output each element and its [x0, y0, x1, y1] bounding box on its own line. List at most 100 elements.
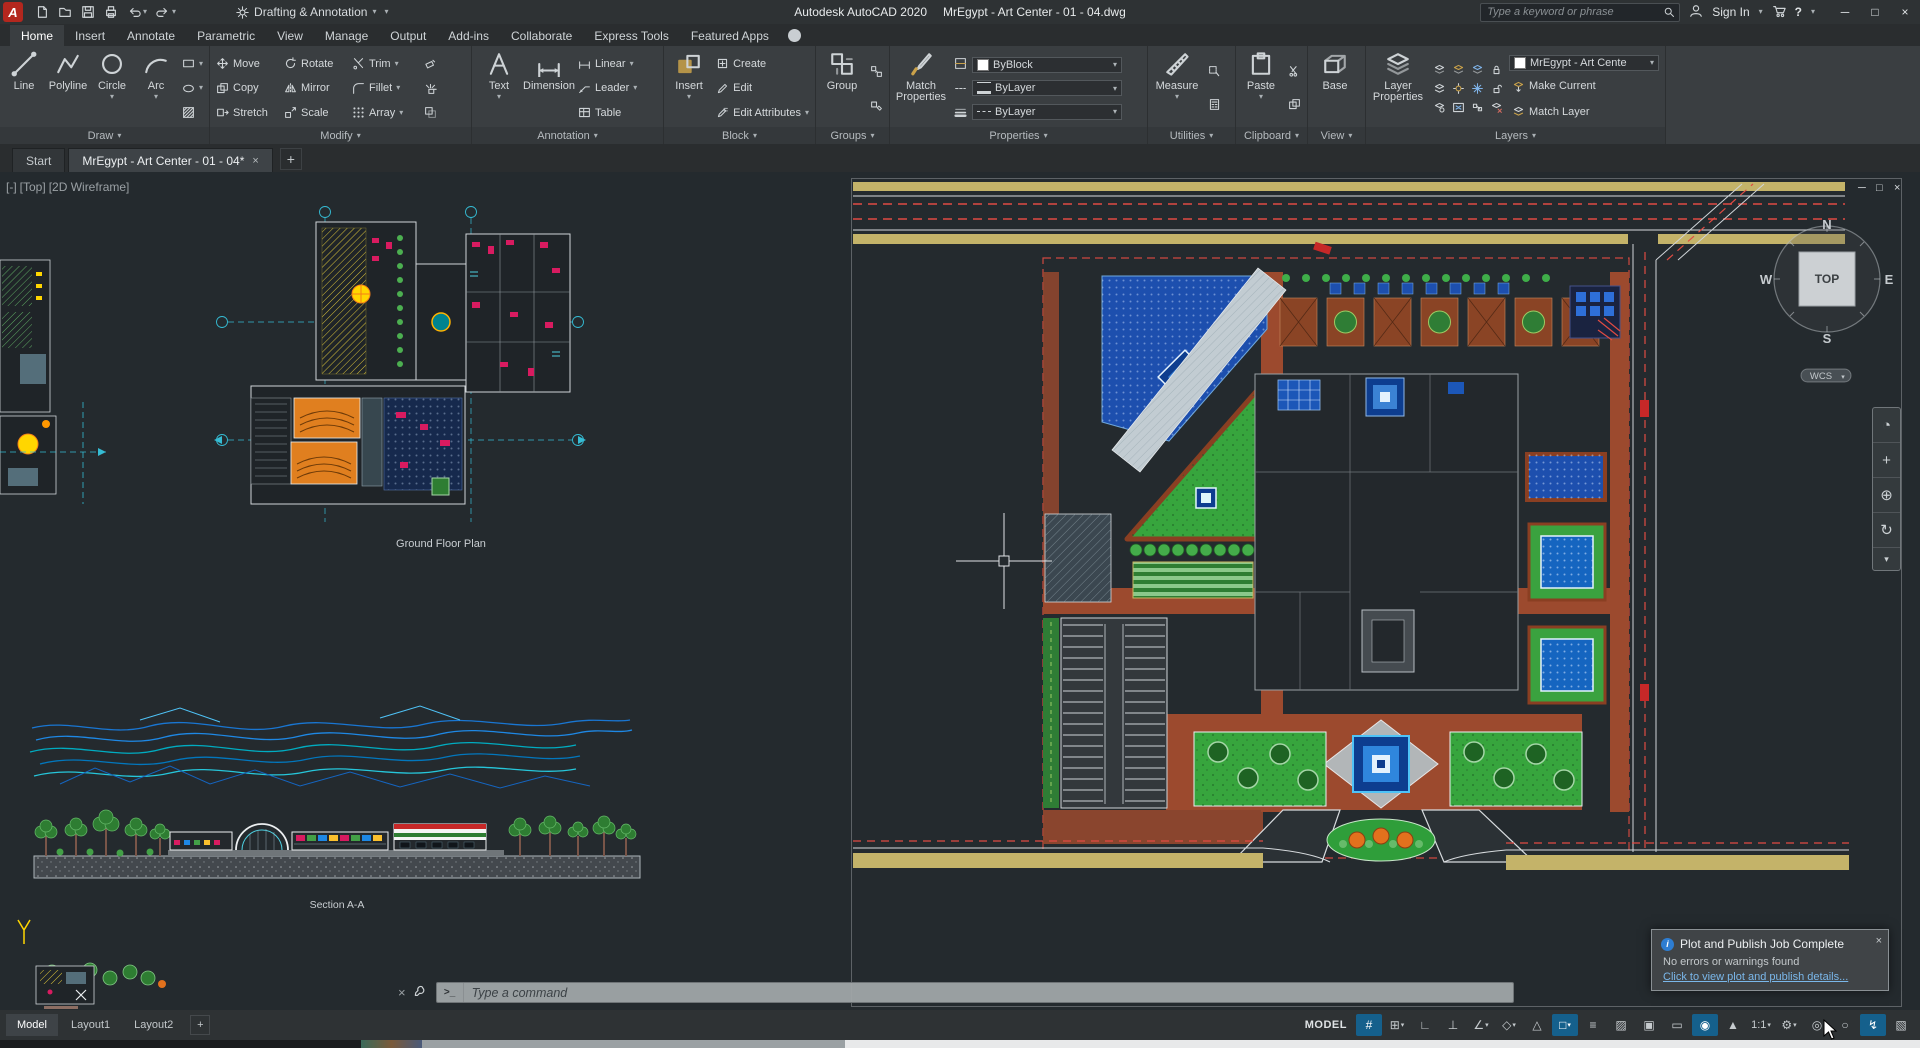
- copy-clip-button[interactable]: [1285, 94, 1304, 114]
- notification-close-icon[interactable]: ×: [1876, 935, 1882, 947]
- model-space[interactable]: Ground Floor Plan Section A-A ─ □ × TOP …: [0, 172, 1920, 1010]
- properties-small-1[interactable]: [951, 54, 970, 74]
- viewport-visual-style-control[interactable]: [2D Wireframe]: [49, 180, 130, 194]
- status-lineweight[interactable]: ≡: [1580, 1014, 1606, 1036]
- measure-button[interactable]: Measure ▾: [1151, 49, 1203, 127]
- lineweight-dropdown[interactable]: ByLayer ▾: [972, 80, 1122, 96]
- layer-isolate-icon[interactable]: [1450, 61, 1467, 78]
- pan-icon[interactable]: +: [1873, 443, 1900, 478]
- insert-button[interactable]: Insert ▾: [667, 49, 711, 127]
- text-button[interactable]: Text ▾: [475, 49, 523, 127]
- close-button[interactable]: ×: [1890, 0, 1920, 24]
- layer-unlock-icon[interactable]: [1488, 80, 1505, 97]
- rectangle-tool[interactable]: ▾: [179, 54, 206, 74]
- search-input[interactable]: [1485, 5, 1664, 19]
- status-polar-tracking[interactable]: ∠ ▾: [1468, 1014, 1494, 1036]
- edit-block-button[interactable]: Edit: [713, 78, 812, 98]
- viewcube-south[interactable]: S: [1823, 331, 1832, 346]
- status-object-snap-tracking[interactable]: △: [1524, 1014, 1550, 1036]
- viewcube-east[interactable]: E: [1885, 272, 1894, 287]
- explode-button[interactable]: [421, 78, 440, 98]
- layer-dropdown[interactable]: MrEgypt - Art Cente ▾: [1509, 54, 1659, 71]
- status-ortho-mode[interactable]: ⊥: [1440, 1014, 1466, 1036]
- panel-label-modify[interactable]: Modify ▾: [210, 127, 471, 144]
- layer-off-icon[interactable]: [1431, 61, 1448, 78]
- mirror-button[interactable]: Mirror: [281, 78, 347, 98]
- connect-icon[interactable]: [787, 29, 801, 42]
- status-isometric-drafting[interactable]: ◇ ▾: [1496, 1014, 1522, 1036]
- command-customize-icon[interactable]: [414, 984, 428, 1001]
- wcs-label[interactable]: WCS: [1810, 371, 1832, 382]
- trim-button[interactable]: Trim ▾: [349, 54, 419, 74]
- navbar-more-icon[interactable]: ▾: [1873, 548, 1900, 570]
- edit-attributes-button[interactable]: Edit Attributes ▾: [713, 103, 812, 123]
- status-snap-mode[interactable]: ⊞ ▾: [1384, 1014, 1410, 1036]
- hatch-tool[interactable]: [179, 103, 206, 123]
- new-drawing-tab-button[interactable]: +: [279, 148, 302, 170]
- status-infer-constraints[interactable]: ∟: [1412, 1014, 1438, 1036]
- layer-unisolate-icon[interactable]: [1431, 80, 1448, 97]
- tab-insert[interactable]: Insert: [64, 25, 116, 46]
- workspace-switcher[interactable]: Drafting & Annotation ▾: [236, 5, 376, 19]
- notification-link[interactable]: Click to view plot and publish details..…: [1663, 971, 1848, 983]
- dimension-button[interactable]: Dimension: [523, 49, 575, 127]
- panel-label-draw[interactable]: Draw ▾: [0, 127, 209, 144]
- group-button[interactable]: Group: [819, 49, 865, 127]
- layer-thaw-icon[interactable]: [1469, 80, 1486, 97]
- app-store-cart-icon[interactable]: [1772, 4, 1786, 21]
- qat-customize-caret[interactable]: ▾: [384, 8, 388, 16]
- tab-layout2[interactable]: Layout2: [123, 1014, 184, 1036]
- status-object-snap[interactable]: □ ▾: [1552, 1014, 1578, 1036]
- command-field[interactable]: >_: [435, 982, 1514, 1003]
- viewport-minimize-control[interactable]: [-]: [6, 180, 17, 194]
- tab-layout1[interactable]: Layout1: [60, 1014, 121, 1036]
- status-graphics-performance[interactable]: ↯: [1860, 1014, 1886, 1036]
- viewport-view-control[interactable]: [Top]: [20, 180, 46, 194]
- status-grid-display[interactable]: #: [1356, 1014, 1382, 1036]
- linear-button[interactable]: Linear ▾: [575, 54, 640, 74]
- make-current-button[interactable]: Make Current: [1509, 76, 1661, 96]
- plot-icon[interactable]: [104, 5, 118, 19]
- zoom-icon[interactable]: ⊕: [1873, 478, 1900, 513]
- minimize-button[interactable]: ─: [1830, 0, 1860, 24]
- panel-label-view[interactable]: View ▾: [1308, 127, 1365, 144]
- status-autoscale[interactable]: ▲: [1720, 1014, 1746, 1036]
- quick-calc-button[interactable]: [1205, 94, 1224, 114]
- layer-lock-icon[interactable]: [1488, 61, 1505, 78]
- tab-model[interactable]: Model: [6, 1014, 58, 1036]
- sign-in-button[interactable]: Sign In: [1712, 5, 1749, 19]
- app-logo-icon[interactable]: A: [3, 2, 23, 22]
- panel-label-layers[interactable]: Layers ▾: [1366, 127, 1665, 144]
- base-button[interactable]: Base: [1311, 49, 1359, 127]
- status-dynamic-input[interactable]: ▭: [1664, 1014, 1690, 1036]
- ellipse-tool[interactable]: ▾: [179, 78, 206, 98]
- tab-parametric[interactable]: Parametric: [186, 25, 266, 46]
- help-icon[interactable]: ?: [1795, 5, 1802, 19]
- file-tab-document[interactable]: MrEgypt - Art Center - 01 - 04* ×: [68, 148, 273, 172]
- group-edit-button[interactable]: [867, 94, 886, 114]
- user-icon[interactable]: [1689, 4, 1703, 21]
- search-field[interactable]: [1480, 2, 1681, 22]
- properties-small-2[interactable]: [951, 78, 970, 98]
- arc-button[interactable]: Arc ▾: [135, 49, 177, 127]
- panel-label-utilities[interactable]: Utilities ▾: [1148, 127, 1235, 144]
- new-layout-button[interactable]: +: [190, 1015, 211, 1035]
- doc-window-minimize-icon[interactable]: ─: [1857, 182, 1866, 194]
- properties-small-3[interactable]: [951, 103, 970, 123]
- panel-label-properties[interactable]: Properties ▾: [890, 127, 1147, 144]
- layer-freeze-icon[interactable]: [1469, 61, 1486, 78]
- doc-window-restore-icon[interactable]: □: [1876, 182, 1883, 194]
- file-tab-close-icon[interactable]: ×: [252, 155, 258, 167]
- wcs-caret[interactable]: ▾: [1841, 374, 1845, 381]
- quick-select-button[interactable]: [1205, 62, 1224, 82]
- cut-button[interactable]: [1285, 62, 1304, 82]
- status-clean-screen[interactable]: ▧: [1888, 1014, 1914, 1036]
- circle-button[interactable]: Circle ▾: [91, 49, 133, 127]
- copy-button[interactable]: Copy: [213, 78, 279, 98]
- tab-express-tools[interactable]: Express Tools: [583, 25, 679, 46]
- polyline-button[interactable]: Polyline: [47, 49, 89, 127]
- viewcube-top-label[interactable]: TOP: [1815, 272, 1839, 286]
- erase-button[interactable]: [421, 54, 440, 74]
- file-tab-start[interactable]: Start: [12, 148, 66, 172]
- move-button[interactable]: Move: [213, 54, 279, 74]
